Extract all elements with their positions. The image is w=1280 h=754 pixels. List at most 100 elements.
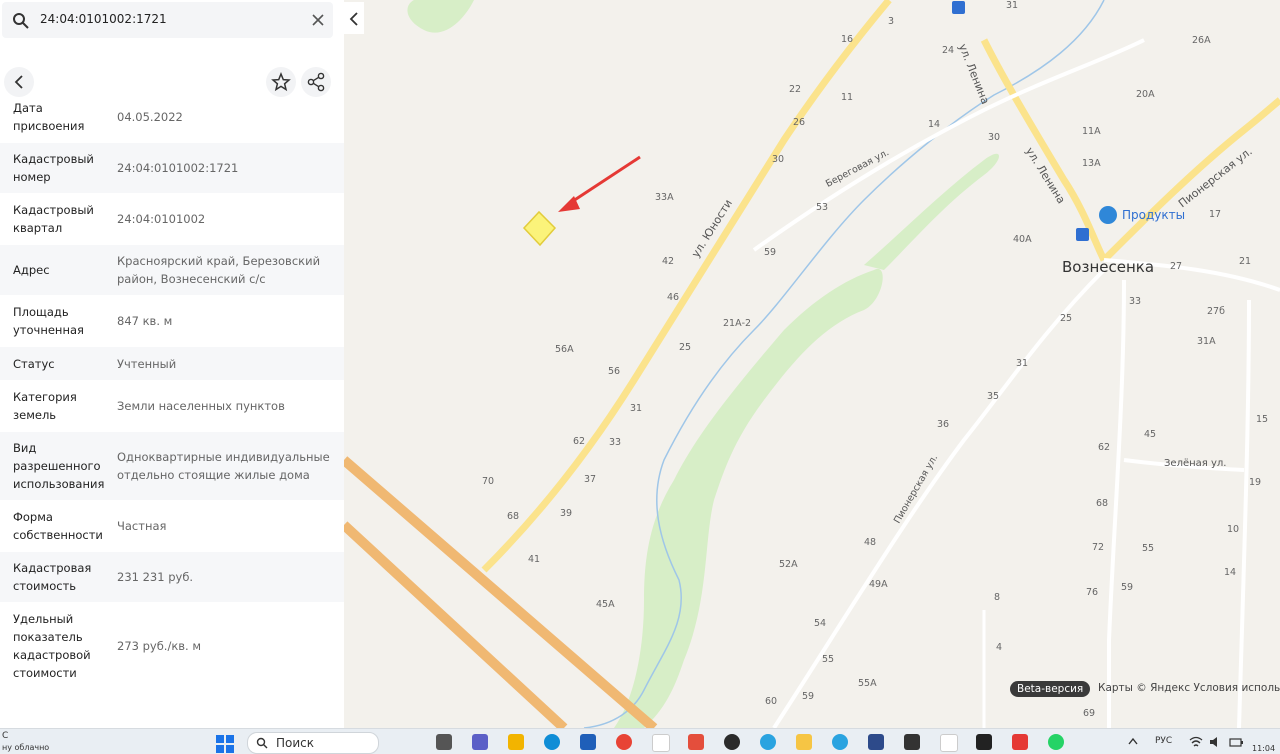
info-panel: 24:04:0101002:1721 Дата присвоения 04.05… (0, 0, 344, 728)
house-number: 30 (772, 154, 785, 165)
house-number: 35 (987, 391, 1000, 402)
house-number: 11А (1082, 126, 1101, 137)
house-number: 26 (793, 117, 806, 128)
map-canvas[interactable] (344, 0, 1280, 728)
yandex-browser-icon[interactable] (652, 734, 670, 752)
weather-temp[interactable]: С (2, 731, 8, 741)
map-copyright[interactable]: Карты © Яндекс Условия использования (1098, 682, 1280, 694)
bus-stop-icon[interactable] (952, 1, 965, 14)
house-number: 13А (1082, 158, 1101, 169)
edge-icon[interactable] (544, 734, 560, 750)
telegram-icon[interactable] (760, 734, 776, 750)
house-number: 53 (816, 202, 829, 213)
detail-label: Площадь уточненная (13, 305, 84, 337)
house-number: 55 (822, 654, 835, 665)
chevron-up-icon[interactable] (1128, 737, 1138, 745)
detail-row: Площадь уточненная 847 кв. м (0, 296, 344, 347)
detail-label: Вид разрешенного использования (13, 441, 105, 491)
house-number: 25 (679, 342, 692, 353)
search-icon (256, 737, 268, 749)
beta-badge[interactable]: Beta-версия (1010, 681, 1091, 697)
house-number: 41 (528, 554, 541, 565)
house-number: 40А (1013, 234, 1032, 245)
village-label: Вознесенка (1062, 258, 1155, 276)
detail-value: Учтенный (117, 356, 177, 371)
house-number: 19 (1249, 477, 1262, 488)
detail-value: Земли населенных пунктов (117, 399, 285, 413)
whatsapp-icon[interactable] (1048, 734, 1064, 750)
shop-icon[interactable] (1099, 206, 1117, 224)
detail-label: Адрес (13, 263, 50, 277)
back-button[interactable] (4, 67, 34, 97)
house-number: 37 (584, 474, 597, 485)
battery-icon[interactable] (1228, 734, 1244, 750)
house-number: 69 (1083, 708, 1096, 719)
detail-value: 847 кв. м (117, 314, 173, 328)
close-icon[interactable] (310, 12, 326, 28)
app-icon[interactable] (1012, 734, 1028, 750)
detail-row: Категория земель Земли населенных пункто… (0, 381, 344, 432)
house-number: 26А (1192, 35, 1211, 46)
taskbar-search[interactable]: Поиск (247, 732, 379, 754)
poi-label[interactable]: Продукты (1122, 208, 1185, 222)
app-icon[interactable] (868, 734, 884, 750)
chevron-left-icon (14, 75, 23, 89)
house-number: 14 (1224, 567, 1237, 578)
weather-desc[interactable]: ну облачно (2, 743, 49, 752)
house-number: 59 (1121, 582, 1134, 593)
detail-row: Кадастровый квартал 24:04:0101002 (0, 194, 344, 245)
house-number: 27 (1170, 261, 1183, 272)
house-number: 25 (1060, 313, 1073, 324)
detail-row: Форма собственности Частная (0, 501, 344, 552)
house-number: 27б (1207, 306, 1225, 317)
house-number: 22 (789, 84, 802, 95)
chrome-icon[interactable] (616, 734, 632, 750)
telegram-icon[interactable] (832, 734, 848, 750)
detail-value: Одноквартирные индивидуальные отдельно с… (117, 450, 330, 482)
favorite-button[interactable] (266, 67, 296, 97)
house-number: 45А (596, 599, 615, 610)
detail-row: Дата присвоения 04.05.2022 (0, 100, 344, 143)
teams-icon[interactable] (472, 734, 488, 750)
house-number: 62 (1098, 442, 1111, 453)
house-number: 21А-2 (723, 318, 752, 329)
search-input[interactable]: 24:04:0101002:1721 (40, 12, 167, 26)
house-number: 31А (1197, 336, 1216, 347)
volume-icon[interactable] (1208, 734, 1224, 750)
detail-label: Статус (13, 356, 55, 371)
bus-stop-icon[interactable] (1076, 228, 1089, 241)
detail-value: Красноярский край, Березовский район, Во… (117, 254, 321, 286)
app-icon[interactable] (688, 734, 704, 750)
vpn-icon[interactable] (724, 734, 740, 750)
share-button[interactable] (301, 67, 331, 97)
house-number: 21 (1239, 256, 1252, 267)
house-number: 68 (1096, 498, 1109, 509)
parcel-marker[interactable] (522, 210, 557, 247)
detail-value: 04.05.2022 (117, 110, 183, 124)
task-view-icon[interactable] (436, 734, 452, 750)
language-indicator[interactable]: РУС (1155, 736, 1172, 746)
house-number: 42 (662, 256, 675, 267)
windows-start-icon[interactable] (216, 735, 234, 753)
house-number: 46 (667, 292, 680, 303)
app-icon[interactable] (940, 734, 958, 752)
file-explorer-icon[interactable] (508, 734, 524, 750)
collapse-panel-button[interactable] (344, 2, 364, 34)
detail-row: Кадастровая стоимость 231 231 руб. (0, 552, 344, 603)
app-icon[interactable] (904, 734, 920, 750)
store-icon[interactable] (580, 734, 596, 750)
map-view[interactable]: Вознесенка Продукты ул. Юности Береговая… (344, 0, 1280, 728)
search-bar[interactable]: 24:04:0101002:1721 (2, 2, 333, 38)
star-icon (271, 72, 291, 92)
house-number: 76 (1086, 587, 1099, 598)
app-icon[interactable] (796, 734, 812, 750)
taskbar: С ну облачно Поиск РУС 11:04 (0, 728, 1280, 754)
app-icon[interactable] (976, 734, 992, 750)
house-number: 16 (841, 34, 854, 45)
house-number: 72 (1092, 542, 1105, 553)
clock[interactable]: 11:04 (1252, 744, 1275, 753)
detail-value: 273 руб./кв. м (117, 639, 202, 653)
wifi-icon[interactable] (1188, 734, 1204, 750)
house-number: 39 (560, 508, 573, 519)
house-number: 56 (608, 366, 621, 377)
